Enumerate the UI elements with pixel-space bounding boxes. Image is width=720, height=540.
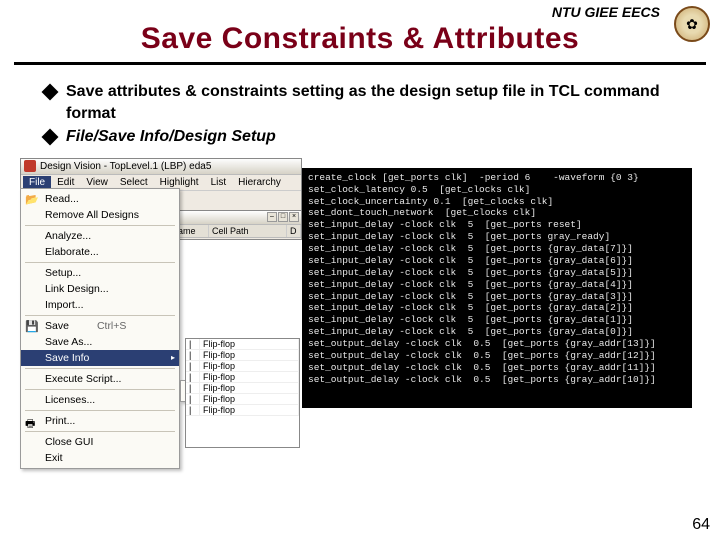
row-marker: | (186, 350, 200, 360)
open-icon: 📂 (25, 193, 39, 207)
list-item[interactable]: |Flip-flop (186, 372, 299, 383)
list-item[interactable]: |Flip-flop (186, 339, 299, 350)
hierarchy-columns: ame Cell Path D (161, 225, 301, 238)
list-item[interactable]: |Flip-flop (186, 405, 299, 416)
window-title: Design Vision - TopLevel.1 (LBP) eda5 (40, 161, 211, 172)
menu-item-close-gui[interactable]: Close GUI (21, 434, 179, 450)
menu-hierarchy[interactable]: Hierarchy (232, 176, 287, 189)
app-icon (24, 160, 36, 172)
maximize-icon[interactable]: □ (278, 212, 288, 222)
row-marker: | (186, 383, 200, 393)
row-marker: | (186, 361, 200, 371)
hierarchy-panel: – □ × ame Cell Path D (160, 210, 302, 240)
tcl-output-terminal: create_clock [get_ports clk] -period 6 -… (302, 168, 692, 408)
print-icon: 🖶 (25, 415, 39, 429)
menu-label: Save Info (45, 352, 89, 364)
menu-item-analyze[interactable]: Analyze... (21, 228, 179, 244)
menu-label: Licenses... (45, 394, 95, 406)
col-cellpath[interactable]: Cell Path (209, 225, 287, 237)
menu-label: Analyze... (45, 230, 91, 242)
menu-label: Save (45, 320, 69, 332)
list-item[interactable]: |Flip-flop (186, 383, 299, 394)
menu-item-save-info[interactable]: Save Info ▸ (21, 350, 179, 366)
row-label: Flip-flop (200, 350, 299, 360)
menu-item-execute-script[interactable]: Execute Script... (21, 371, 179, 387)
cells-list: |Flip-flop|Flip-flop|Flip-flop|Flip-flop… (186, 339, 299, 416)
menu-label: Execute Script... (45, 373, 121, 385)
bullet-text: File/Save Info/Design Setup (66, 126, 676, 148)
menu-separator (25, 225, 175, 226)
menu-separator (25, 368, 175, 369)
minimize-icon[interactable]: – (267, 212, 277, 222)
menu-label: Setup... (45, 267, 81, 279)
menu-label: Remove All Designs (45, 209, 139, 221)
menu-item-setup[interactable]: Setup... (21, 265, 179, 281)
menu-accelerator: Ctrl+S (97, 320, 126, 332)
bullet-list: Save attributes & constraints setting as… (44, 81, 676, 148)
close-icon[interactable]: × (289, 212, 299, 222)
chevron-right-icon: ▸ (171, 353, 175, 362)
row-marker: | (186, 372, 200, 382)
cells-panel: |Flip-flop|Flip-flop|Flip-flop|Flip-flop… (185, 338, 300, 448)
row-label: Flip-flop (200, 383, 299, 393)
col-d[interactable]: D (287, 225, 301, 237)
menu-separator (25, 262, 175, 263)
bullet-item: File/Save Info/Design Setup (44, 126, 676, 148)
col-name[interactable]: ame (175, 225, 209, 237)
menu-item-import[interactable]: Import... (21, 297, 179, 313)
row-label: Flip-flop (200, 372, 299, 382)
row-marker: | (186, 339, 200, 349)
menu-separator (25, 410, 175, 411)
menu-item-print[interactable]: 🖶 Print... (21, 413, 179, 429)
menu-label: Close GUI (45, 436, 93, 448)
row-marker: | (186, 405, 200, 415)
row-label: Flip-flop (200, 339, 299, 349)
title-underline (14, 62, 706, 65)
page-number: 64 (692, 516, 710, 534)
menu-item-remove-all-designs[interactable]: Remove All Designs (21, 207, 179, 223)
menu-item-elaborate[interactable]: Elaborate... (21, 244, 179, 260)
window-titlebar: Design Vision - TopLevel.1 (LBP) eda5 (21, 159, 301, 175)
row-label: Flip-flop (200, 361, 299, 371)
menu-separator (25, 431, 175, 432)
menu-label: Read... (45, 193, 79, 205)
ntu-logo: ✿ (674, 6, 710, 42)
bullet-icon (42, 84, 59, 101)
menu-label: Elaborate... (45, 246, 99, 258)
row-marker: | (186, 394, 200, 404)
menu-label: Print... (45, 415, 75, 427)
panel-titlebar: – □ × (161, 211, 301, 225)
menu-item-link-design[interactable]: Link Design... (21, 281, 179, 297)
bullet-item: Save attributes & constraints setting as… (44, 81, 676, 124)
menu-separator (25, 389, 175, 390)
brand-label: NTU GIEE EECS (0, 0, 720, 22)
menu-item-save-as[interactable]: Save As... (21, 334, 179, 350)
menu-label: Save As... (45, 336, 92, 348)
menu-item-save[interactable]: 💾 Save Ctrl+S (21, 318, 179, 334)
menu-item-read[interactable]: 📂 Read... (21, 191, 179, 207)
menu-item-exit[interactable]: Exit (21, 450, 179, 466)
menu-item-licenses[interactable]: Licenses... (21, 392, 179, 408)
save-icon: 💾 (25, 320, 39, 334)
bullet-text: Save attributes & constraints setting as… (66, 81, 676, 124)
menu-separator (25, 315, 175, 316)
file-menu-dropdown[interactable]: 📂 Read... Remove All Designs Analyze... Elab… (20, 188, 180, 469)
menu-list[interactable]: List (205, 176, 233, 189)
slide-title: Save Constraints & Attributes (0, 22, 720, 56)
list-item[interactable]: |Flip-flop (186, 394, 299, 405)
row-label: Flip-flop (200, 394, 299, 404)
row-label: Flip-flop (200, 405, 299, 415)
menu-label: Import... (45, 299, 84, 311)
list-item[interactable]: |Flip-flop (186, 350, 299, 361)
menu-label: Exit (45, 452, 63, 464)
menu-label: Link Design... (45, 283, 109, 295)
bullet-icon (42, 129, 59, 146)
list-item[interactable]: |Flip-flop (186, 361, 299, 372)
screenshot-composite: Design Vision - TopLevel.1 (LBP) eda5 Fi… (20, 158, 720, 458)
